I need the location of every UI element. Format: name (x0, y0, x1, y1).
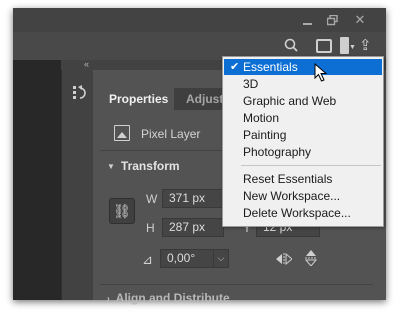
tab-properties[interactable]: Properties (100, 88, 174, 110)
menu-item-motion[interactable]: Motion (224, 110, 382, 126)
restore-button[interactable] (319, 8, 345, 32)
menu-item-label: Essentials (243, 60, 298, 74)
flip-vertical-icon[interactable] (305, 250, 317, 266)
chevron-down-icon: ▼ (107, 162, 115, 171)
height-label: H (146, 221, 155, 235)
height-field[interactable]: 287 px (162, 218, 224, 237)
checkmark-icon: ✔ (230, 61, 240, 73)
align-title: Align and Distribute (115, 291, 230, 305)
frame-icon[interactable] (316, 39, 332, 53)
menu-item-new-workspace[interactable]: New Workspace... (224, 188, 382, 204)
workspace-menu: ✔ Essentials 3D Graphic and Web Motion P… (222, 56, 384, 227)
menu-separator (241, 165, 381, 166)
workspace-icon[interactable] (340, 37, 349, 54)
link-dimensions-button[interactable]: ⛓ (109, 198, 135, 224)
restore-icon (326, 14, 338, 26)
divider (100, 284, 373, 285)
chevron-right-icon: › (107, 294, 110, 303)
panel-icon-strip (61, 70, 93, 300)
menu-item-photography[interactable]: Photography (224, 144, 382, 160)
flip-horizontal-icon[interactable] (276, 253, 292, 265)
transform-section-header[interactable]: ▼ Transform (107, 159, 180, 175)
angle-icon: ⊿ (142, 252, 153, 267)
width-label: W (146, 192, 158, 206)
angle-dropdown-icon[interactable]: ⌵ (213, 250, 228, 267)
menu-item-reset-essentials[interactable]: Reset Essentials (224, 171, 382, 187)
menu-item-painting[interactable]: Painting (224, 127, 382, 143)
layer-type-label: Pixel Layer (141, 127, 201, 141)
chain-link-icon: ⛓ (113, 203, 131, 219)
share-icon[interactable]: ⇪ (359, 36, 372, 54)
menu-item-essentials[interactable]: ✔ Essentials (224, 59, 382, 75)
collapse-icon[interactable]: ‹‹ (84, 59, 89, 69)
search-icon[interactable] (284, 38, 298, 52)
angle-value: 0,00° (167, 251, 196, 265)
mouse-cursor-icon (314, 63, 328, 82)
title-bar: ✕ (13, 8, 386, 32)
pixel-layer-icon (114, 125, 130, 141)
menu-item-3d[interactable]: 3D (224, 76, 382, 92)
chevron-down-icon[interactable]: ▼ (349, 44, 356, 51)
align-section-header[interactable]: › Align and Distribute (107, 291, 230, 307)
transform-title: Transform (120, 159, 180, 173)
close-icon: ✕ (354, 12, 366, 27)
close-button[interactable]: ✕ (347, 8, 373, 32)
history-icon[interactable] (72, 84, 88, 102)
minimize-icon (303, 23, 312, 25)
menu-item-graphic-and-web[interactable]: Graphic and Web (224, 93, 382, 109)
width-field[interactable]: 371 px (162, 189, 224, 208)
document-canvas[interactable] (13, 60, 61, 300)
minimize-button[interactable] (295, 8, 321, 32)
menu-item-delete-workspace[interactable]: Delete Workspace... (224, 205, 382, 221)
